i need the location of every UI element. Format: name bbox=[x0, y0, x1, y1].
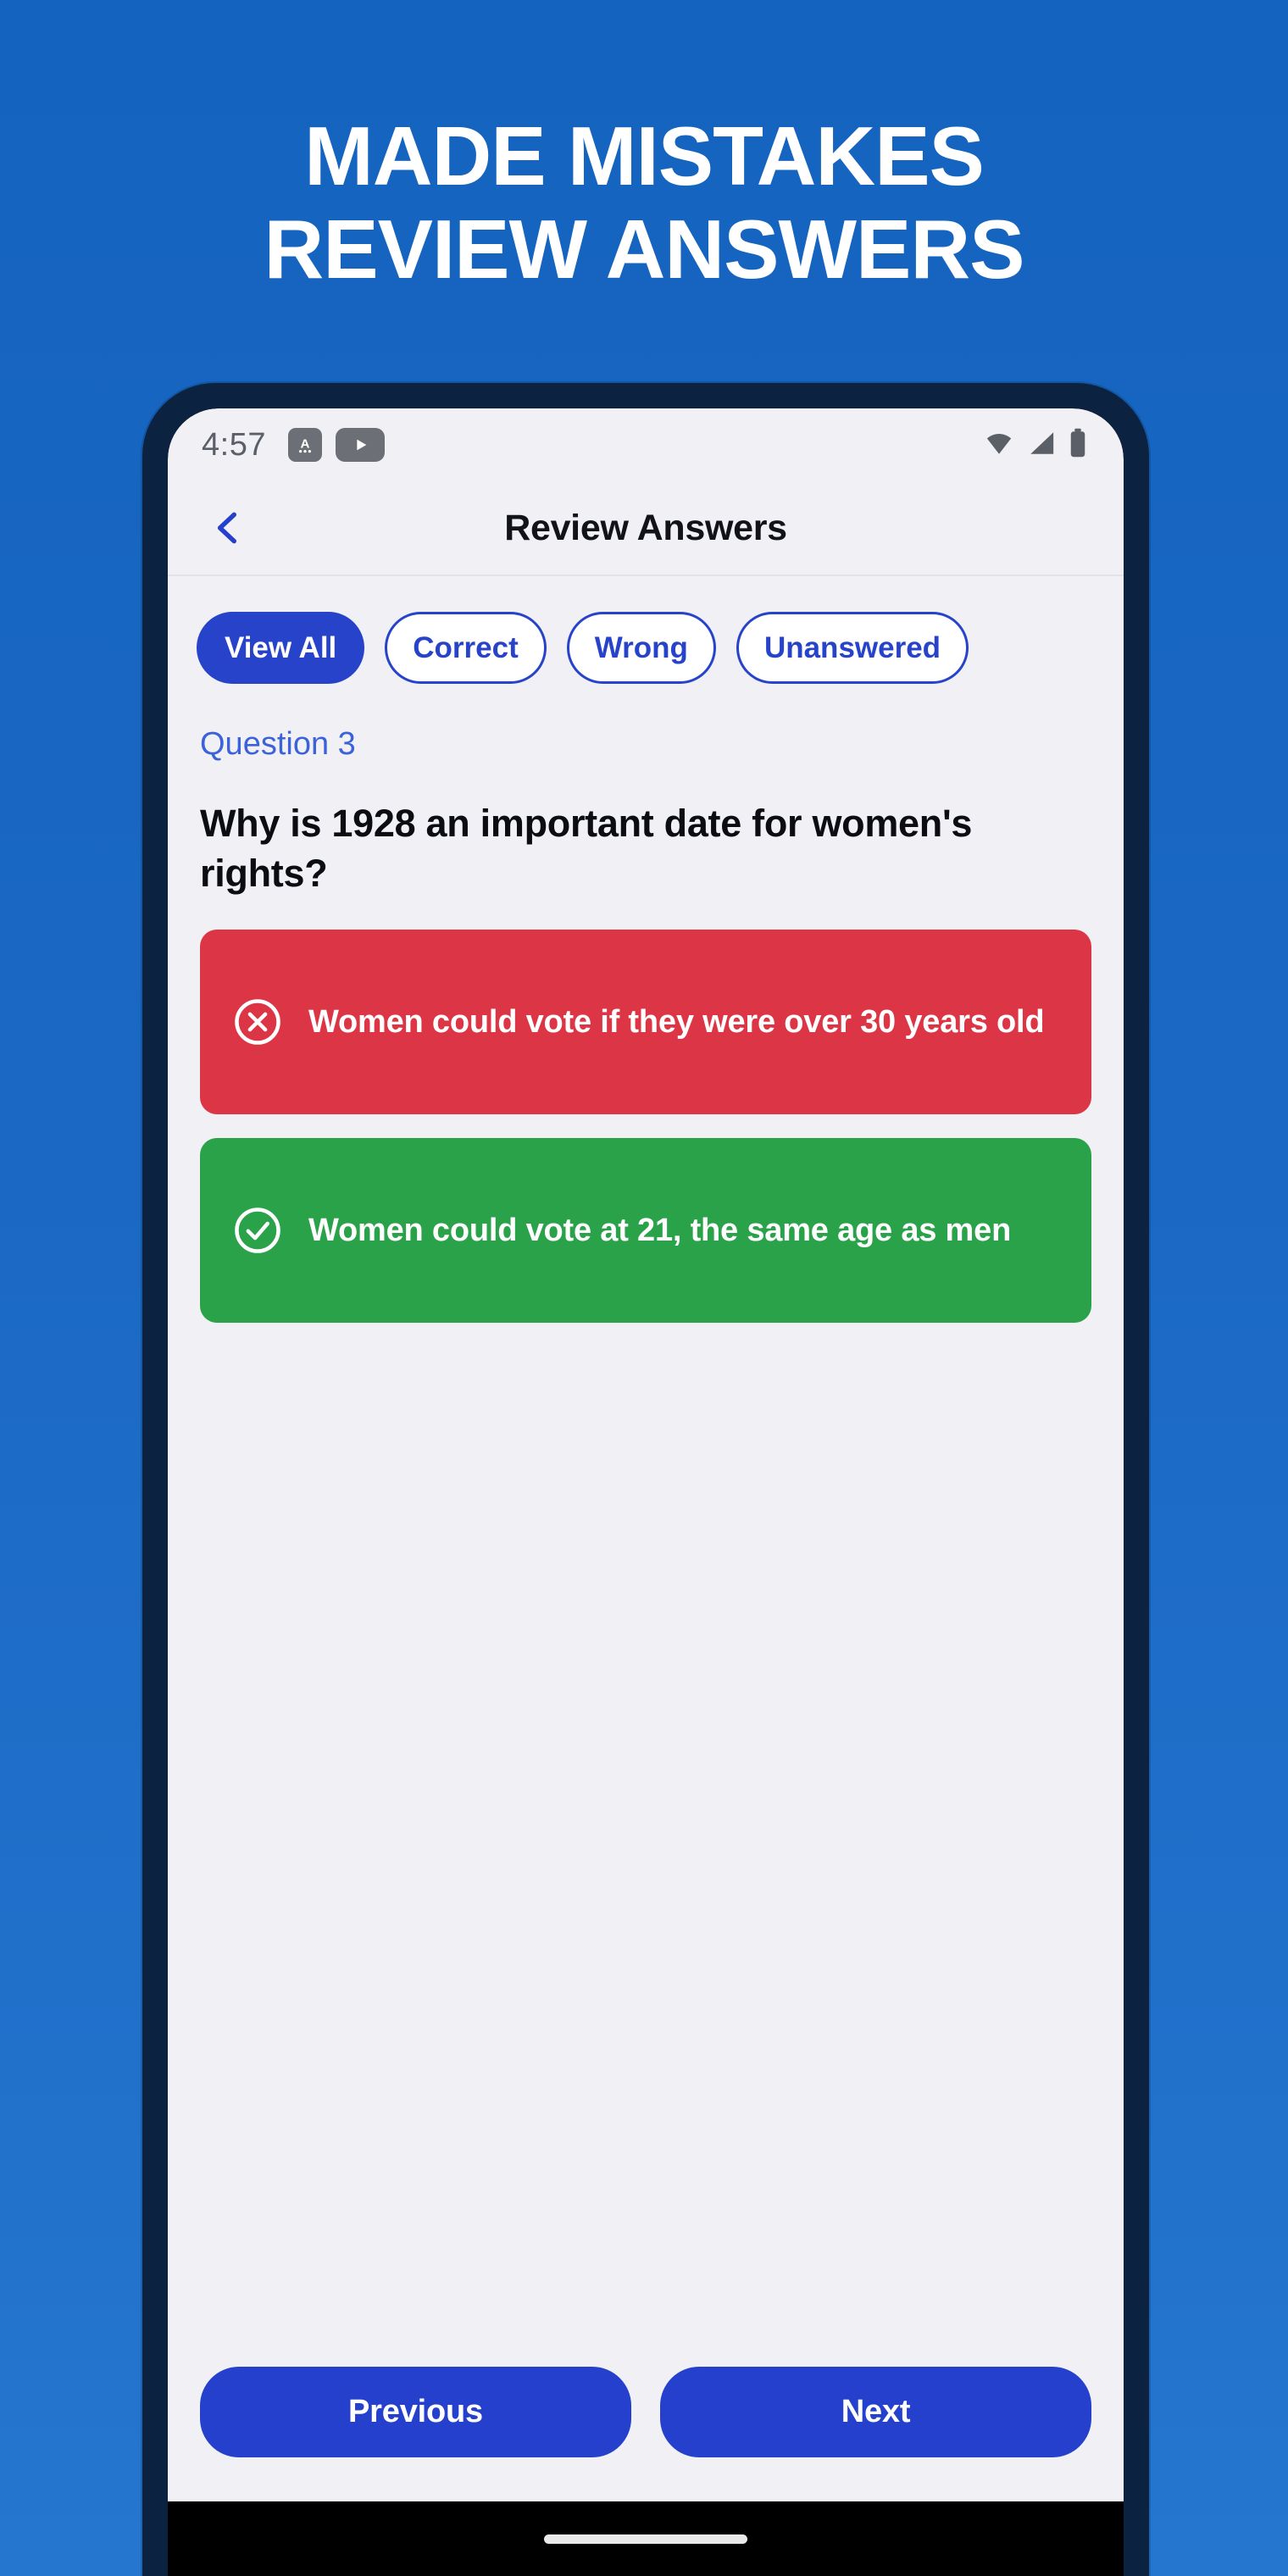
question-navigation: Previous Next bbox=[168, 2367, 1124, 2501]
previous-button[interactable]: Previous bbox=[200, 2367, 631, 2457]
check-circle-icon bbox=[230, 1203, 285, 1257]
answer-option-wrong-text: Women could vote if they were over 30 ye… bbox=[308, 1003, 1045, 1040]
answer-option-correct[interactable]: Women could vote at 21, the same age as … bbox=[200, 1137, 1091, 1323]
svg-text:A: A bbox=[300, 436, 309, 451]
battery-icon bbox=[1068, 428, 1088, 463]
promo-headline-line1: MADE MISTAKES bbox=[304, 109, 985, 203]
page-title: Review Answers bbox=[504, 507, 787, 548]
x-circle-icon bbox=[230, 995, 285, 1049]
question-block: Question 3 Why is 1928 an important date… bbox=[168, 706, 1124, 899]
status-bar: 4:57 A bbox=[168, 408, 1124, 481]
promo-headline-line2: REVIEW ANSWERS bbox=[264, 202, 1024, 296]
answer-options-list: Women could vote if they were over 30 ye… bbox=[168, 899, 1124, 1323]
status-bar-time: 4:57 bbox=[202, 426, 266, 463]
wifi-icon bbox=[983, 429, 1015, 462]
filter-tab-wrong[interactable]: Wrong bbox=[566, 612, 716, 684]
back-button[interactable] bbox=[198, 498, 258, 558]
answer-option-wrong[interactable]: Women could vote if they were over 30 ye… bbox=[200, 929, 1091, 1114]
filter-tab-correct[interactable]: Correct bbox=[385, 612, 547, 684]
answer-option-correct-text: Women could vote at 21, the same age as … bbox=[308, 1212, 1012, 1248]
promo-headline: MADE MISTAKES REVIEW ANSWERS bbox=[0, 109, 1288, 297]
youtube-play-icon bbox=[335, 428, 385, 462]
filter-tabs: View All Correct Wrong Unanswered bbox=[168, 576, 1124, 706]
phone-device-frame: 4:57 A Review Answers View All Correct W… bbox=[142, 383, 1149, 2576]
chevron-left-icon bbox=[217, 512, 236, 544]
keyboard-a-icon: A bbox=[287, 428, 322, 462]
filter-tab-view-all[interactable]: View All bbox=[197, 612, 365, 684]
filter-tab-unanswered[interactable]: Unanswered bbox=[736, 612, 969, 684]
app-screen: 4:57 A Review Answers View All Correct W… bbox=[168, 408, 1124, 2501]
question-text: Why is 1928 an important date for women'… bbox=[200, 802, 973, 896]
cellular-signal-icon bbox=[1027, 429, 1056, 462]
next-button[interactable]: Next bbox=[660, 2367, 1091, 2457]
status-bar-notification-icons: A bbox=[287, 428, 385, 462]
phone-screen-bezel: 4:57 A Review Answers View All Correct W… bbox=[168, 408, 1124, 2576]
status-bar-system-icons bbox=[983, 428, 1088, 463]
home-indicator-bar[interactable] bbox=[544, 2534, 747, 2544]
question-number-label: Question 3 bbox=[200, 726, 356, 762]
home-indicator-area bbox=[168, 2501, 1124, 2576]
app-bar: Review Answers bbox=[168, 481, 1124, 576]
